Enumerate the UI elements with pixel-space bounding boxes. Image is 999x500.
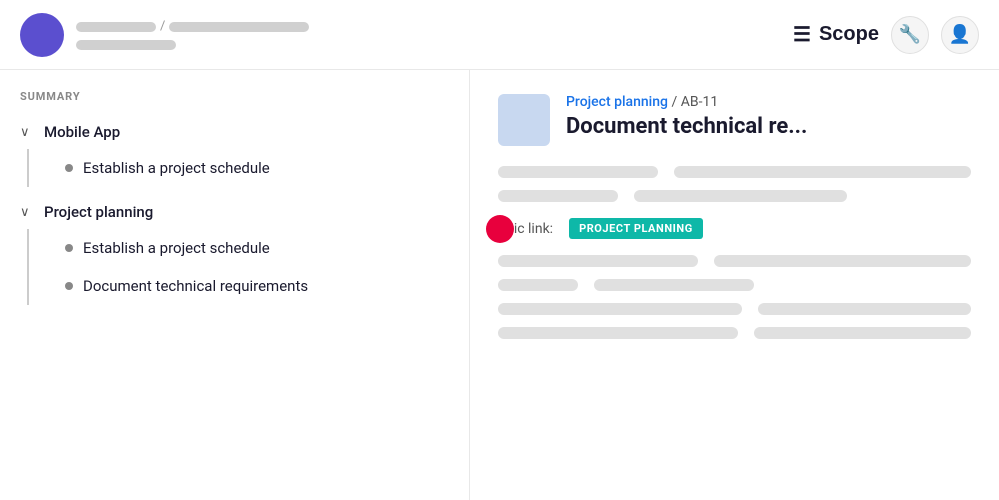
skeleton-row-6	[498, 327, 971, 339]
skel-2a	[498, 190, 618, 202]
child-label-establish-1: Establish a project schedule	[83, 159, 270, 177]
header-left: /	[20, 13, 793, 57]
chevron-down-icon: ∨	[20, 125, 36, 140]
skeleton-row-2	[498, 190, 971, 202]
skel-1a	[498, 166, 658, 178]
child-label-doc-tech: Document technical requirements	[83, 277, 308, 295]
user-icon: 👤	[949, 24, 971, 45]
header: / ☰ Scope 🔧 👤	[0, 0, 999, 70]
issue-id: AB-11	[681, 94, 718, 110]
skel-5b	[758, 303, 971, 315]
scope-button[interactable]: ☰ Scope	[793, 22, 879, 47]
header-right: ☰ Scope 🔧 👤	[793, 16, 979, 54]
list-icon: ☰	[793, 22, 811, 47]
issue-breadcrumb-sep: /	[671, 94, 677, 110]
breadcrumb-row-1: /	[76, 19, 309, 34]
issue-title: Document technical re...	[566, 114, 971, 139]
skel-2b	[634, 190, 847, 202]
breadcrumb-part-2	[169, 22, 309, 32]
skel-1b	[674, 166, 971, 178]
red-dot-indicator	[486, 215, 514, 243]
skel-6a	[498, 327, 738, 339]
content-body: Epic link: PROJECT PLANNING	[498, 166, 971, 339]
issue-type-icon	[498, 94, 550, 146]
issue-header: Project planning / AB-11 Document techni…	[498, 94, 971, 146]
tree-child-establish-2[interactable]: Establish a project schedule	[65, 229, 469, 267]
issue-breadcrumb: Project planning / AB-11	[566, 94, 971, 110]
sidebar-section-label: SUMMARY	[0, 90, 469, 115]
skel-3b	[714, 255, 971, 267]
breadcrumb-sep: /	[160, 19, 165, 34]
skel-4b	[594, 279, 754, 291]
tree-group-mobile-app: ∨ Mobile App Establish a project schedul…	[0, 115, 469, 187]
tree-children-mobile-app: Establish a project schedule	[27, 149, 469, 187]
chevron-down-icon-2: ∨	[20, 205, 36, 220]
group-label-mobile-app: Mobile App	[44, 123, 120, 141]
scope-label: Scope	[819, 23, 879, 46]
epic-link-row: Epic link: PROJECT PLANNING	[498, 218, 971, 239]
skel-5a	[498, 303, 742, 315]
tree-parent-mobile-app[interactable]: ∨ Mobile App	[0, 115, 469, 149]
epic-badge[interactable]: PROJECT PLANNING	[569, 218, 703, 239]
sidebar: SUMMARY ∨ Mobile App Establish a project…	[0, 70, 470, 500]
skeleton-row-5	[498, 303, 971, 315]
breadcrumb: /	[76, 19, 309, 50]
breadcrumb-part-1	[76, 22, 156, 32]
tree-child-doc-tech[interactable]: Document technical requirements	[65, 267, 469, 305]
wrench-icon: 🔧	[899, 24, 921, 45]
issue-meta: Project planning / AB-11 Document techni…	[566, 94, 971, 139]
skeleton-row-1	[498, 166, 971, 178]
avatar	[20, 13, 64, 57]
tree-child-establish-1[interactable]: Establish a project schedule	[65, 149, 469, 187]
group-label-project-planning: Project planning	[44, 203, 153, 221]
child-label-establish-2: Establish a project schedule	[83, 239, 270, 257]
skel-6b	[754, 327, 971, 339]
breadcrumb-sub	[76, 40, 176, 50]
skeleton-row-4	[498, 279, 971, 291]
tree-group-project-planning: ∨ Project planning Establish a project s…	[0, 195, 469, 305]
content-panel: Project planning / AB-11 Document techni…	[470, 70, 999, 500]
tree-parent-project-planning[interactable]: ∨ Project planning	[0, 195, 469, 229]
skeleton-row-3	[498, 255, 971, 267]
skel-3a	[498, 255, 698, 267]
user-button[interactable]: 👤	[941, 16, 979, 54]
issue-project-name: Project planning	[566, 94, 668, 110]
wrench-button[interactable]: 🔧	[891, 16, 929, 54]
main-layout: SUMMARY ∨ Mobile App Establish a project…	[0, 70, 999, 500]
tree-children-project-planning: Establish a project schedule Document te…	[27, 229, 469, 305]
skel-4a	[498, 279, 578, 291]
